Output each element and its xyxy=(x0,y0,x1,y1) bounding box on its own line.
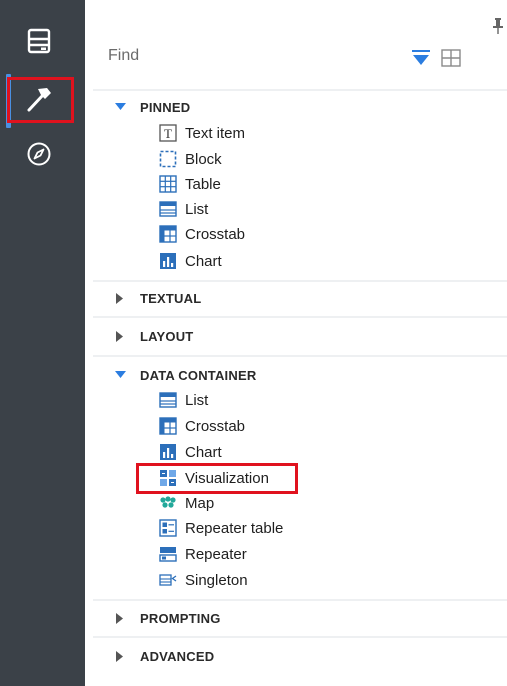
chart-icon xyxy=(160,253,176,269)
svg-text:T: T xyxy=(164,126,172,141)
pin-icon[interactable] xyxy=(493,18,503,34)
data-item-singleton[interactable]: Singleton xyxy=(159,569,248,591)
item-label: Crosstab xyxy=(185,417,246,435)
compass-icon xyxy=(27,142,51,166)
section-layout[interactable]: LAYOUT xyxy=(113,326,193,346)
filter-icon[interactable] xyxy=(411,49,431,67)
item-label: Chart xyxy=(185,443,222,461)
left-rail xyxy=(0,0,85,686)
data-item-visualization[interactable]: Visualization xyxy=(159,467,269,489)
item-label: Crosstab xyxy=(185,225,246,243)
find-label[interactable]: Find xyxy=(108,47,139,65)
caret-right-icon xyxy=(116,330,123,342)
pinned-item-list[interactable]: List xyxy=(159,198,208,220)
caret-down-icon xyxy=(114,103,126,110)
section-label: PROMPTING xyxy=(140,610,221,626)
toolbox-button[interactable] xyxy=(20,80,58,118)
section-textual[interactable]: TEXTUAL xyxy=(113,288,201,308)
data-sources-button[interactable] xyxy=(20,22,58,60)
section-pinned[interactable]: PINNED xyxy=(113,97,190,117)
text-item-icon: T xyxy=(159,124,177,142)
block-icon xyxy=(159,150,177,168)
caret-right-icon xyxy=(116,292,123,304)
section-label: ADVANCED xyxy=(140,648,215,664)
section-label: TEXTUAL xyxy=(140,290,202,306)
data-stack-icon xyxy=(27,28,51,54)
item-label: Repeater xyxy=(185,545,247,563)
item-label: Chart xyxy=(185,252,222,270)
pinned-item-chart[interactable]: Chart xyxy=(159,250,222,272)
pinned-item-text-item[interactable]: T Text item xyxy=(159,122,245,144)
data-item-map[interactable]: Map xyxy=(159,492,214,514)
section-label: PINNED xyxy=(140,99,191,115)
singleton-icon xyxy=(159,574,177,586)
section-label: LAYOUT xyxy=(140,328,194,344)
item-label: Table xyxy=(185,175,221,193)
item-label: Text item xyxy=(185,124,246,142)
item-label: Block xyxy=(185,150,222,168)
data-item-crosstab[interactable]: Crosstab xyxy=(159,415,245,437)
separator xyxy=(93,89,507,91)
section-label: DATA CONTAINER xyxy=(140,367,257,383)
section-prompting[interactable]: PROMPTING xyxy=(113,608,221,628)
map-icon xyxy=(160,496,176,508)
data-item-repeater-table[interactable]: Repeater table xyxy=(159,517,283,539)
item-label: Visualization xyxy=(185,469,269,487)
pinned-item-table[interactable]: Table xyxy=(159,173,221,195)
navigate-button[interactable] xyxy=(20,135,58,173)
pinned-item-crosstab[interactable]: Crosstab xyxy=(159,223,245,245)
item-label: List xyxy=(185,391,209,409)
separator xyxy=(93,280,507,282)
caret-right-icon xyxy=(116,650,123,662)
repeater-table-icon xyxy=(159,519,177,537)
list-icon xyxy=(159,392,177,408)
hammer-icon xyxy=(27,88,51,112)
chart-icon xyxy=(160,444,176,460)
pinned-item-block[interactable]: Block xyxy=(159,148,222,170)
layout-view-icon[interactable] xyxy=(441,49,461,67)
table-icon xyxy=(159,175,177,193)
data-item-repeater[interactable]: Repeater xyxy=(159,543,247,565)
separator xyxy=(93,599,507,601)
item-label: Repeater table xyxy=(185,519,284,537)
separator xyxy=(93,636,507,638)
visualization-icon xyxy=(160,470,176,486)
separator xyxy=(93,316,507,318)
find-toolbar xyxy=(411,49,461,67)
caret-right-icon xyxy=(116,612,123,624)
list-icon xyxy=(159,201,177,217)
section-advanced[interactable]: ADVANCED xyxy=(113,646,214,666)
item-label: List xyxy=(185,200,209,218)
item-label: Map xyxy=(185,494,215,512)
section-data-container[interactable]: DATA CONTAINER xyxy=(113,365,256,385)
separator xyxy=(93,355,507,357)
active-indicator xyxy=(6,74,11,128)
caret-down-icon xyxy=(114,371,126,378)
data-item-chart[interactable]: Chart xyxy=(159,441,222,463)
item-label: Singleton xyxy=(185,571,248,589)
data-item-list[interactable]: List xyxy=(159,389,208,411)
crosstab-icon xyxy=(159,225,177,243)
repeater-icon xyxy=(159,547,177,562)
crosstab-icon xyxy=(159,417,177,435)
